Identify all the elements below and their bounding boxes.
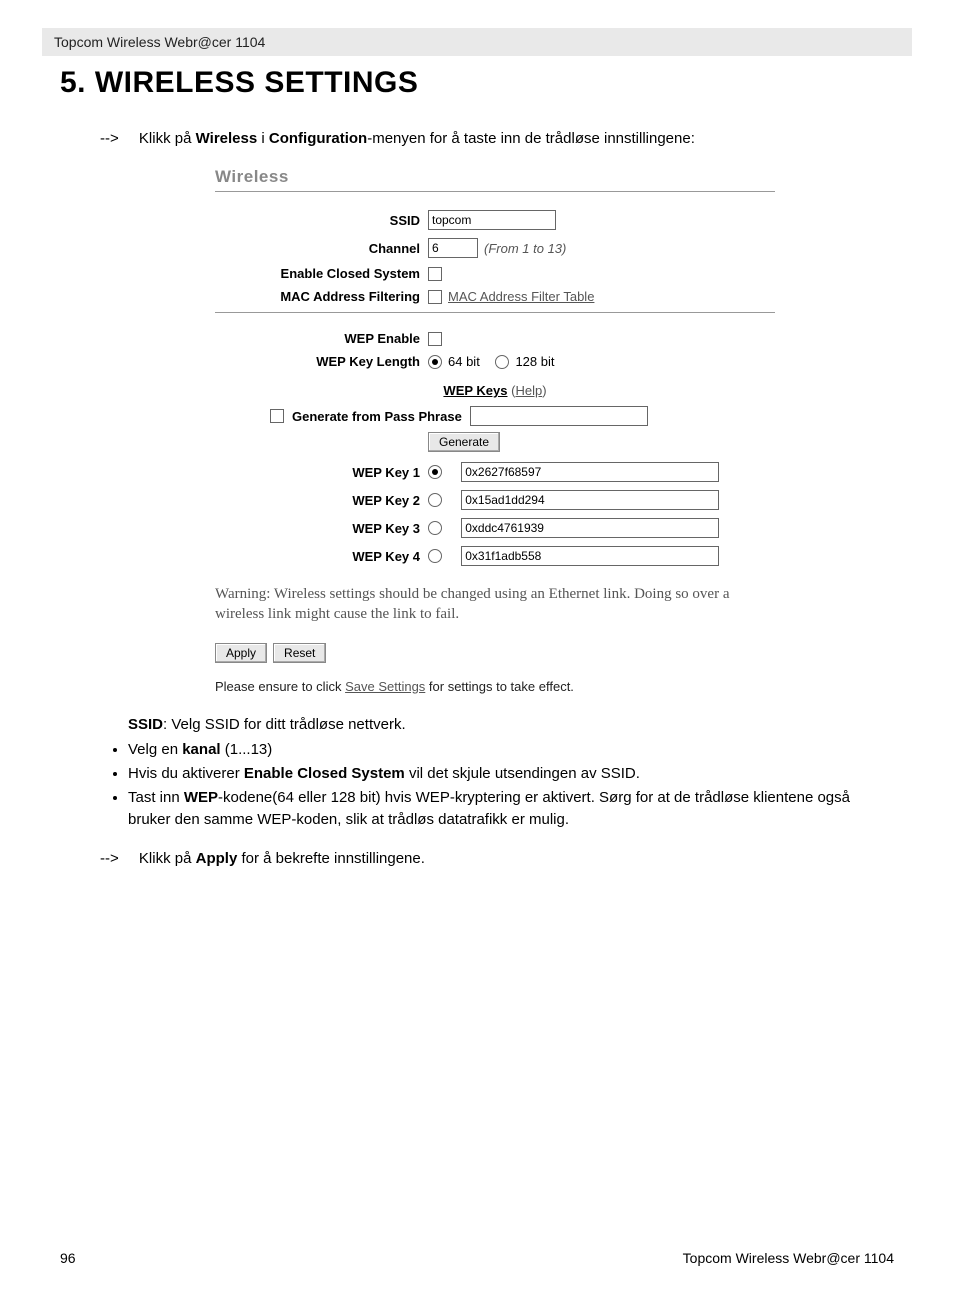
explanatory-notes: SSID: Velg SSID for ditt trådløse nettve… (100, 714, 894, 831)
outro-line: --> Klikk på Apply for å bekrefte innsti… (100, 850, 894, 867)
wep-key-4-input[interactable] (461, 546, 719, 566)
channel-input[interactable] (428, 238, 478, 258)
wep-key-1-input[interactable] (461, 462, 719, 482)
wep-enable-label: WEP Enable (215, 331, 428, 346)
wep-128-label: 128 bit (515, 354, 554, 369)
intro-config: Configuration (269, 130, 367, 147)
closed-system-checkbox[interactable] (428, 267, 442, 281)
panel-title: Wireless (215, 167, 775, 187)
list-item: Velg en kanal (1...13) (128, 739, 894, 761)
save-note-post: for settings to take effect. (425, 679, 574, 694)
page-title: 5. WIRELESS SETTINGS (60, 66, 894, 100)
page-number: 96 (60, 1250, 76, 1266)
wep-key-3-label: WEP Key 3 (215, 521, 428, 536)
divider (215, 191, 775, 192)
help-link[interactable]: Help (515, 383, 542, 398)
intro-text: Klikk på (139, 130, 196, 147)
passphrase-input[interactable] (470, 406, 648, 426)
closed-system-label: Enable Closed System (215, 266, 428, 281)
channel-hint: (From 1 to 13) (484, 241, 566, 256)
outro-apply: Apply (196, 850, 238, 867)
wep-key-4-label: WEP Key 4 (215, 549, 428, 564)
wep-64-label: 64 bit (448, 354, 480, 369)
wep-key-1-label: WEP Key 1 (215, 465, 428, 480)
doc-header: Topcom Wireless Webr@cer 1104 (42, 28, 912, 56)
generate-button[interactable]: Generate (428, 432, 500, 452)
divider (215, 312, 775, 313)
arrow-icon: --> (100, 130, 119, 147)
wep-key-2-label: WEP Key 2 (215, 493, 428, 508)
note-ssid-b: SSID (128, 716, 163, 733)
settings-panel: Wireless SSID Channel (From 1 to 13) Ena… (215, 167, 775, 694)
passphrase-label: Generate from Pass Phrase (292, 409, 462, 424)
list-item: Hvis du aktiverer Enable Closed System v… (128, 763, 894, 785)
footer-product: Topcom Wireless Webr@cer 1104 (683, 1250, 894, 1266)
save-note: Please ensure to click Save Settings for… (215, 679, 775, 694)
wep-length-label: WEP Key Length (215, 354, 428, 369)
mac-filter-label: MAC Address Filtering (215, 289, 428, 304)
wep-key-3-input[interactable] (461, 518, 719, 538)
channel-label: Channel (215, 241, 428, 256)
ssid-input[interactable] (428, 210, 556, 230)
mac-filter-link[interactable]: MAC Address Filter Table (448, 289, 594, 304)
save-settings-link[interactable]: Save Settings (345, 679, 425, 694)
intro-post: -menyen for å taste inn de trådløse inns… (367, 130, 695, 147)
wep-key-4-radio[interactable] (428, 549, 442, 563)
wep-keys-title: WEP Keys (443, 383, 507, 398)
arrow-icon: --> (100, 850, 119, 867)
save-note-pre: Please ensure to click (215, 679, 345, 694)
note-ssid: : Velg SSID for ditt trådløse nettverk. (163, 716, 406, 733)
wep-key-2-radio[interactable] (428, 493, 442, 507)
wep-enable-checkbox[interactable] (428, 332, 442, 346)
wep-128-radio[interactable] (495, 355, 509, 369)
outro-post: for å bekrefte innstillingene. (237, 850, 425, 867)
list-item: Tast inn WEP-kodene(64 eller 128 bit) hv… (128, 787, 894, 831)
intro-line: --> Klikk på Wireless i Configuration-me… (100, 130, 894, 147)
intro-wireless: Wireless (196, 130, 258, 147)
wep-64-radio[interactable] (428, 355, 442, 369)
intro-mid: i (257, 130, 269, 147)
warning-text: Warning: Wireless settings should be cha… (215, 584, 775, 625)
wep-key-1-radio[interactable] (428, 465, 442, 479)
reset-button[interactable]: Reset (273, 643, 326, 663)
wep-key-3-radio[interactable] (428, 521, 442, 535)
apply-button[interactable]: Apply (215, 643, 267, 663)
ssid-label: SSID (215, 213, 428, 228)
wep-keys-heading: WEP Keys (Help) (215, 383, 775, 398)
outro-pre: Klikk på (139, 850, 196, 867)
wep-key-2-input[interactable] (461, 490, 719, 510)
mac-filter-checkbox[interactable] (428, 290, 442, 304)
passphrase-checkbox[interactable] (270, 409, 284, 423)
